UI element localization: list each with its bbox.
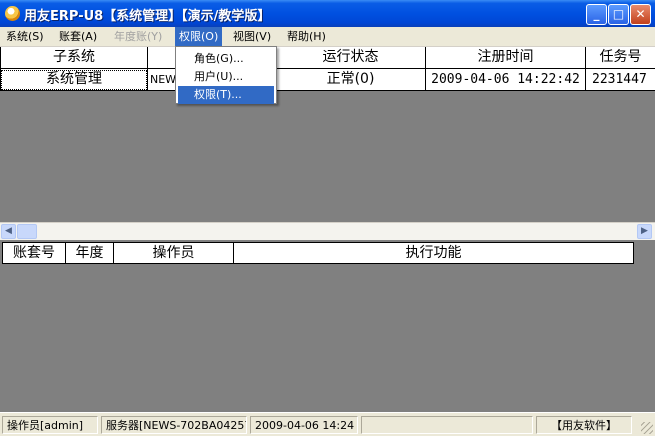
app-icon — [5, 6, 20, 21]
menu-account-set[interactable]: 账套(A) — [55, 27, 101, 46]
close-button[interactable]: ✕ — [630, 4, 651, 25]
title-bar[interactable]: 用友ERP-U8【系统管理】【演示/教学版】 _ □ ✕ — [0, 0, 655, 27]
permissions-dropdown: 角色(G)... 用户(U)... 权限(T)... — [175, 46, 277, 104]
col-header-status[interactable]: 运行状态 — [276, 47, 426, 69]
col-header-subsystem[interactable]: 子系统 — [0, 47, 148, 69]
maximize-button[interactable]: □ — [608, 4, 629, 25]
scroll-left-icon[interactable]: ◀ — [1, 224, 16, 239]
menu-permissions[interactable]: 权限(O) — [175, 27, 223, 46]
menu-bar: 系统(S) 账套(A) 年度账(Y) 权限(O) 视图(V) 帮助(H) — [0, 27, 655, 47]
status-server: 服务器[NEWS-702BA04257] — [101, 416, 247, 434]
status-brand: 【用友软件】 — [536, 416, 632, 434]
cell-register-time[interactable]: 2009-04-06 14:22:42 — [426, 69, 586, 91]
col-header-year[interactable]: 年度 — [66, 242, 114, 264]
horizontal-scrollbar[interactable]: ◀ ▶ — [0, 222, 655, 241]
col-header-register-time[interactable]: 注册时间 — [426, 47, 586, 69]
status-bar: 操作员[admin] 服务器[NEWS-702BA04257] 2009-04-… — [0, 412, 655, 436]
menu-system[interactable]: 系统(S) — [2, 27, 48, 46]
menu-item-users[interactable]: 用户(U)... — [178, 68, 274, 86]
window-title: 用友ERP-U8【系统管理】【演示/教学版】 — [24, 9, 271, 24]
subsystem-grid[interactable]: 子系统 站点 运行状态 注册时间 任务号 系统管理 NEWS-702BA0425… — [0, 47, 655, 222]
menu-fiscal-year[interactable]: 年度账(Y) — [110, 27, 166, 46]
menu-item-permissions[interactable]: 权限(T)... — [178, 86, 274, 104]
menu-view[interactable]: 视图(V) — [229, 27, 275, 46]
scroll-right-icon[interactable]: ▶ — [637, 224, 652, 239]
col-header-operator[interactable]: 操作员 — [114, 242, 234, 264]
status-empty-pane — [361, 416, 533, 434]
scroll-thumb[interactable] — [17, 224, 37, 239]
menu-help[interactable]: 帮助(H) — [283, 27, 330, 46]
cell-task-no[interactable]: 2231447 — [586, 69, 655, 91]
operation-log-grid[interactable]: 账套号 年度 操作员 执行功能 — [0, 240, 655, 412]
minimize-button[interactable]: _ — [586, 4, 607, 25]
status-datetime: 2009-04-06 14:24 — [250, 416, 358, 434]
menu-item-roles[interactable]: 角色(G)... — [178, 50, 274, 68]
col-header-function[interactable]: 执行功能 — [234, 242, 634, 264]
cell-subsystem[interactable]: 系统管理 — [0, 69, 148, 91]
col-header-account-no[interactable]: 账套号 — [2, 242, 66, 264]
cell-status[interactable]: 正常(0) — [276, 69, 426, 91]
status-operator: 操作员[admin] — [2, 416, 98, 434]
col-header-task-no[interactable]: 任务号 — [586, 47, 655, 69]
resize-grip-icon[interactable] — [641, 422, 653, 434]
